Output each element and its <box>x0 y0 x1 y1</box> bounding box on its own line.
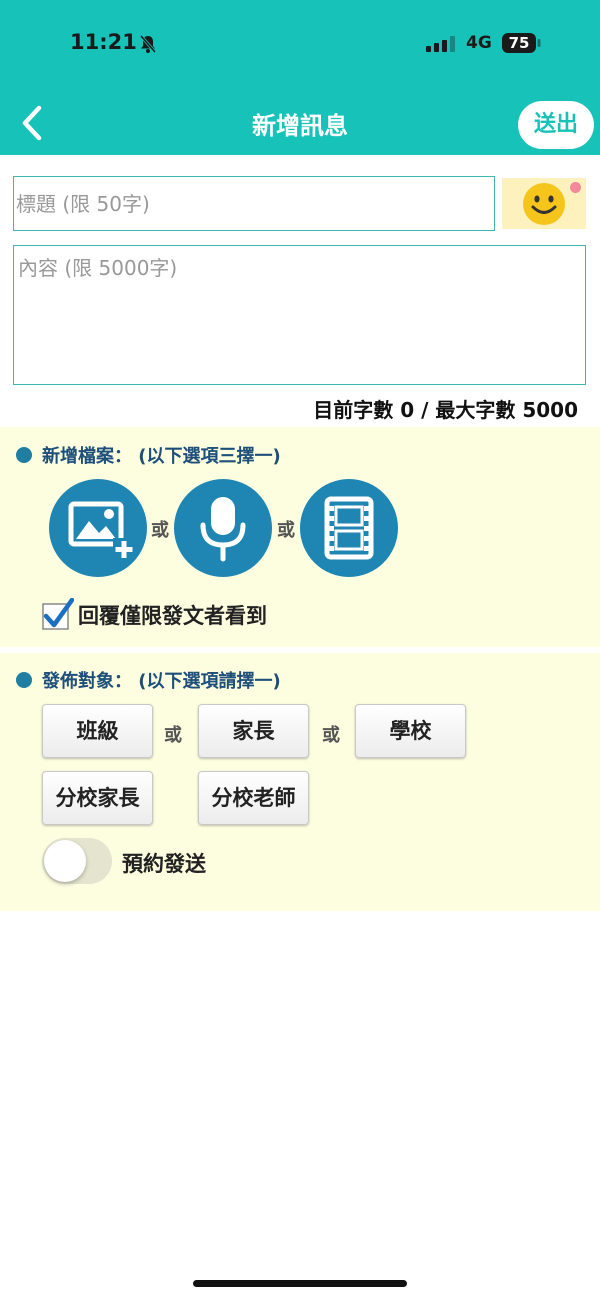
record-audio-button[interactable] <box>174 479 272 577</box>
signal-icon <box>426 36 455 52</box>
microphone-icon <box>200 497 246 562</box>
bullet-icon <box>16 447 32 463</box>
page-title: 新增訊息 <box>252 112 348 140</box>
add-image-icon <box>68 501 135 560</box>
reply-private-label: 回覆僅限發文者看到 <box>78 604 267 628</box>
home-indicator <box>193 1280 407 1287</box>
target-school-button[interactable]: 學校 <box>355 704 466 758</box>
title-input[interactable] <box>13 176 495 231</box>
files-section-title-text: 新增檔案： (以下選項三擇一) <box>42 446 281 467</box>
target-parents-button[interactable]: 家長 <box>198 704 309 758</box>
status-time: 11:21 <box>70 30 137 54</box>
notification-dot <box>570 182 581 193</box>
content-input[interactable] <box>13 245 586 385</box>
character-counter: 目前字數 0 / 最大字數 5000 <box>313 398 578 422</box>
or-label: 或 <box>151 520 169 541</box>
add-image-button[interactable] <box>49 479 147 577</box>
schedule-label: 預約發送 <box>122 852 206 876</box>
target-branch-teachers-button[interactable]: 分校老師 <box>198 771 309 825</box>
target-class-button[interactable]: 班級 <box>42 704 153 758</box>
battery-level: 75 <box>508 34 530 52</box>
or-label: 或 <box>322 725 340 746</box>
target-section-title-text: 發佈對象： (以下選項請擇一) <box>42 671 281 692</box>
bell-off-icon <box>139 35 157 53</box>
add-video-button[interactable] <box>300 479 398 577</box>
target-section-title: 發佈對象： (以下選項請擇一) <box>16 667 281 693</box>
film-icon <box>324 496 374 560</box>
toggle-knob <box>44 840 86 882</box>
bullet-icon <box>16 672 32 688</box>
files-section-title: 新增檔案： (以下選項三擇一) <box>16 442 281 468</box>
reply-private-checkbox[interactable] <box>42 598 74 630</box>
network-type: 4G <box>466 33 492 53</box>
send-button[interactable]: 送出 <box>518 101 594 149</box>
or-label: 或 <box>277 520 295 541</box>
or-label: 或 <box>164 725 182 746</box>
target-branch-parents-button[interactable]: 分校家長 <box>42 771 153 825</box>
